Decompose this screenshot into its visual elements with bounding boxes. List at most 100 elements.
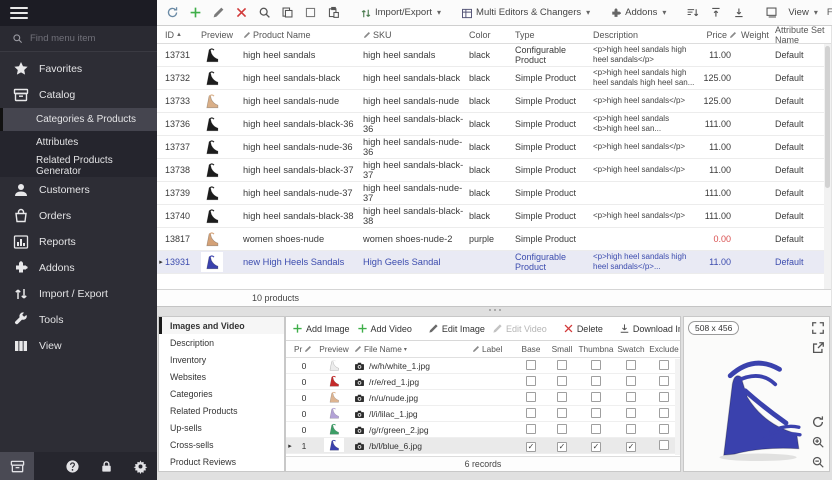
base-checkbox[interactable]	[526, 408, 536, 418]
copy-button[interactable]	[278, 4, 297, 21]
swatch-checkbox[interactable]	[626, 442, 636, 452]
column-header-preview[interactable]: Preview	[314, 344, 354, 354]
sidebar-item-tools[interactable]: Tools	[0, 307, 157, 333]
multi-editors-dropdown[interactable]: Multi Editors & Changers	[458, 5, 593, 21]
add-product-button[interactable]	[186, 4, 205, 21]
product-row-13931[interactable]: 13931new High Heels SandalsHigh Geels Sa…	[157, 251, 831, 274]
column-header-thumbnail[interactable]: Thumbna	[578, 344, 613, 354]
column-header-small[interactable]: Small	[552, 344, 573, 354]
zoom-in-icon[interactable]	[811, 435, 825, 449]
lock-button[interactable]	[89, 452, 123, 480]
column-header-weight[interactable]: Weight	[741, 30, 775, 40]
base-checkbox[interactable]	[526, 376, 536, 386]
column-header-color[interactable]: Color	[469, 30, 515, 40]
gear-button[interactable]	[123, 452, 157, 480]
sidebar-item-catalog[interactable]: Catalog	[0, 82, 157, 108]
help-button[interactable]	[55, 452, 89, 480]
tab-inventory[interactable]: Inventory	[159, 351, 284, 368]
edit-image-button[interactable]: Edit Image	[426, 321, 487, 336]
edit-product-button[interactable]	[209, 4, 228, 21]
sidebar-item-categories-products[interactable]: Categories & Products	[0, 108, 157, 131]
column-header-position[interactable]: Pr	[294, 344, 314, 354]
base-checkbox[interactable]	[526, 424, 536, 434]
preview-pane-button[interactable]	[762, 4, 781, 21]
swatch-checkbox[interactable]	[626, 408, 636, 418]
thumbnail-checkbox[interactable]	[591, 376, 601, 386]
tab-related-products[interactable]: Related Products	[159, 402, 284, 419]
exclude-checkbox[interactable]	[659, 376, 669, 386]
import-export-dropdown[interactable]: Import/Export	[357, 5, 444, 21]
thumbnail-checkbox[interactable]	[591, 360, 601, 370]
column-header-sku[interactable]: SKU	[363, 30, 469, 40]
column-header-file-name[interactable]: File Name▾	[354, 344, 472, 354]
base-checkbox[interactable]	[526, 392, 536, 402]
delete-image-button[interactable]: Delete	[561, 321, 605, 336]
thumbnail-checkbox[interactable]	[591, 424, 601, 434]
tab-description[interactable]: Description	[159, 334, 284, 351]
small-checkbox[interactable]	[557, 360, 567, 370]
tab-cross-sells[interactable]: Cross-sells	[159, 436, 284, 453]
thumbnail-checkbox[interactable]	[591, 442, 601, 452]
thumbnail-checkbox[interactable]	[591, 408, 601, 418]
small-checkbox[interactable]	[557, 442, 567, 452]
add-video-button[interactable]: Add Video	[355, 321, 414, 336]
exclude-checkbox[interactable]	[659, 424, 669, 434]
column-header-exclude[interactable]: Exclude	[649, 344, 679, 354]
edit-video-button[interactable]: Edit Video	[490, 321, 549, 336]
column-header-label[interactable]: Label	[472, 344, 516, 354]
column-header-description[interactable]: Description	[593, 30, 699, 40]
archive-button[interactable]	[0, 452, 34, 480]
column-header-attribute-set[interactable]: Attribute Set Name	[775, 25, 831, 45]
small-checkbox[interactable]	[557, 424, 567, 434]
paste-button[interactable]	[324, 4, 343, 21]
tab-categories[interactable]: Categories	[159, 385, 284, 402]
external-link-icon[interactable]	[811, 341, 825, 355]
exclude-checkbox[interactable]	[659, 408, 669, 418]
sidebar-item-related-products-generator[interactable]: Related Products Generator	[0, 154, 157, 177]
column-header-type[interactable]: Type	[515, 30, 593, 40]
column-header-swatch[interactable]: Swatch	[617, 344, 644, 354]
swatch-checkbox[interactable]	[626, 360, 636, 370]
small-checkbox[interactable]	[557, 376, 567, 386]
sidebar-search[interactable]: Find menu item	[0, 26, 157, 52]
tab-websites[interactable]: Websites	[159, 368, 284, 385]
exclude-checkbox[interactable]	[659, 392, 669, 402]
column-header-id[interactable]: ID▲	[165, 30, 201, 40]
exclude-checkbox[interactable]	[659, 360, 669, 370]
product-row-13739[interactable]: 13739high heel sandals-nude-37high heel …	[157, 182, 831, 205]
expand-rows-button[interactable]	[706, 4, 725, 21]
rotate-icon[interactable]	[811, 415, 825, 429]
sidebar-item-favorites[interactable]: Favorites	[0, 56, 157, 82]
sidebar-item-orders[interactable]: Orders	[0, 203, 157, 229]
image-row-nude.jpg[interactable]: 0/n/u/nude.jpg	[286, 390, 680, 406]
product-row-13732[interactable]: 13732high heel sandals-blackhigh heel sa…	[157, 67, 831, 90]
sidebar-item-customers[interactable]: Customers	[0, 177, 157, 203]
sidebar-item-attributes[interactable]: Attributes	[0, 131, 157, 154]
zoom-out-icon[interactable]	[811, 455, 825, 469]
swatch-checkbox[interactable]	[626, 376, 636, 386]
base-checkbox[interactable]	[526, 360, 536, 370]
select-button[interactable]	[301, 4, 320, 21]
sort-button[interactable]	[683, 4, 702, 21]
images-scrollbar[interactable]	[675, 359, 680, 455]
image-row-red_1.jpg[interactable]: 0/r/e/red_1.jpg	[286, 374, 680, 390]
download-image-button[interactable]: Download Image	[617, 321, 680, 336]
column-header-base[interactable]: Base	[522, 344, 541, 354]
image-row-green_2.jpg[interactable]: 0/g/r/green_2.jpg	[286, 422, 680, 438]
product-row-13740[interactable]: 13740high heel sandals-black-38high heel…	[157, 205, 831, 228]
product-row-13737[interactable]: 13737high heel sandals-nude-36high heel …	[157, 136, 831, 159]
swatch-checkbox[interactable]	[626, 392, 636, 402]
tab-product-reviews[interactable]: Product Reviews	[159, 453, 284, 470]
exclude-checkbox[interactable]	[659, 440, 669, 450]
column-header-price[interactable]: Price	[699, 30, 741, 40]
product-row-13733[interactable]: 13733high heel sandals-nudehigh heel san…	[157, 90, 831, 113]
product-row-13738[interactable]: 13738high heel sandals-black-37high heel…	[157, 159, 831, 182]
image-row-blue_6.jpg[interactable]: 1/b/l/blue_6.jpg	[286, 438, 680, 454]
sidebar-item-view[interactable]: View	[0, 333, 157, 359]
tab-images-and-video[interactable]: Images and Video	[159, 317, 284, 334]
small-checkbox[interactable]	[557, 392, 567, 402]
add-image-button[interactable]: Add Image	[290, 321, 352, 336]
thumbnail-checkbox[interactable]	[591, 392, 601, 402]
column-header-preview[interactable]: Preview	[201, 30, 243, 40]
view-dropdown[interactable]: View	[785, 5, 820, 20]
